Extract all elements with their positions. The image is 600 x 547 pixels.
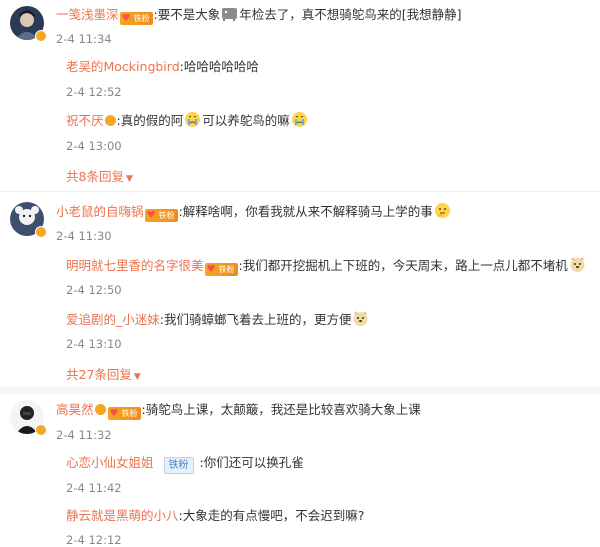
fan-badge: ♥ 铁粉: [107, 407, 141, 420]
thinking-emoji-icon: [434, 202, 451, 219]
reply-username-link[interactable]: 心恋小仙女姐姐: [66, 455, 154, 470]
username-link[interactable]: 高昊然: [56, 402, 94, 417]
timestamp: 2-4 11:32: [56, 428, 112, 442]
verified-icon: [35, 424, 47, 436]
crying-emoji-icon: [291, 111, 308, 128]
username-link[interactable]: 一笺浅墨深: [56, 7, 119, 22]
timestamp: 2-4 11:30: [56, 229, 112, 243]
comment-text: :要不是大象: [153, 7, 221, 22]
reply-timestamp: 2-4 12:12: [66, 533, 122, 547]
verified-icon: [35, 226, 47, 238]
reply-text: :哈哈哈哈哈哈: [179, 59, 259, 74]
reply-line: 明明就七里香的名字很美 ♥ 铁粉:我们都开挖掘机上下班的，今天周末，路上一点儿都不堵…: [66, 256, 587, 276]
chevron-down-icon: ▼: [125, 174, 133, 184]
reply-text: :我们骑蟑螂飞着去上班的，更方便: [159, 312, 352, 327]
reply-text: :我们都开挖掘机上下班的，今天周末，路上一点儿都不堵机: [238, 258, 568, 273]
reply-line: 心恋小仙女姐姐 铁粉 :你们还可以换孔雀: [66, 454, 304, 474]
reply-username-link[interactable]: 老吴的Mockingbird: [66, 59, 180, 74]
reply-timestamp: 2-4 13:00: [66, 139, 122, 153]
comment-line: 一笺浅墨深 ♥ 铁粉:要不是大象 年检去了，真不想骑鸵鸟来的[我想静静]: [56, 5, 462, 25]
fan-badge-label: 铁粉: [121, 409, 138, 418]
verified-icon: [94, 404, 106, 415]
heart-icon: ♥: [146, 210, 156, 221]
reply-username-link[interactable]: 爱追剧的_小迷妹: [66, 312, 160, 327]
comment-text: :骑鸵鸟上课，太颠簸，我还是比较喜欢骑大象上课: [141, 402, 421, 417]
reply-timestamp: 2-4 13:10: [66, 337, 122, 351]
reply-text: :你们还可以换孔雀: [199, 455, 304, 470]
comment-line: 小老鼠的自嗨锅 ♥ 铁粉:解释啥啊，你看我就从来不解释骑马上学的事: [56, 202, 452, 222]
chevron-down-icon: ▼: [133, 372, 141, 382]
reply-username-link[interactable]: 祝不厌: [66, 113, 104, 128]
fan-badge-label: 铁粉: [218, 265, 235, 274]
heart-icon: ♥: [206, 264, 216, 275]
divider: [0, 191, 600, 192]
more-replies-label: 共8条回复: [66, 169, 124, 184]
fan-badge: 铁粉: [163, 457, 194, 474]
reply-line: 静云就是黑萌的小八:大象走的有点慢吧，不会迟到嘛?: [66, 507, 364, 525]
reply-username-link[interactable]: 静云就是黑萌的小八: [66, 508, 179, 523]
elephant-emoji-icon: [221, 5, 238, 22]
heart-icon: ♥: [109, 408, 119, 419]
username-link[interactable]: 小老鼠的自嗨锅: [56, 204, 144, 219]
comment-text-2: 年检去了，真不想骑鸵鸟来的[我想静静]: [239, 7, 462, 22]
reply-text-2: 可以养鸵鸟的嘛: [202, 113, 290, 128]
section-separator: [0, 386, 600, 394]
verified-icon: [35, 30, 47, 42]
reply-text: :真的假的阿: [116, 113, 184, 128]
fan-badge: ♥ 铁粉: [204, 263, 238, 276]
fan-badge-label: 铁粉: [158, 211, 175, 220]
reply-username-link[interactable]: 明明就七里香的名字很美: [66, 258, 204, 273]
verified-icon: [104, 115, 116, 126]
timestamp: 2-4 11:34: [56, 32, 112, 46]
reply-line: 老吴的Mockingbird:哈哈哈哈哈哈: [66, 58, 259, 76]
reply-line: 祝不厌 :真的假的阿 可以养鸵鸟的嘛: [66, 111, 309, 130]
fan-badge-label: 铁粉: [133, 14, 150, 23]
more-replies-label: 共27条回复: [66, 367, 132, 382]
reply-text: :大象走的有点慢吧，不会迟到嘛?: [178, 508, 365, 523]
crying-emoji-icon: [184, 111, 201, 128]
fan-badge: ♥ 铁粉: [119, 12, 153, 25]
reply-timestamp: 2-4 12:50: [66, 283, 122, 297]
comment-text: :解释啥啊，你看我就从来不解释骑马上学的事: [178, 204, 433, 219]
comment-line: 高昊然 ♥ 铁粉:骑鸵鸟上课，太颠簸，我还是比较喜欢骑大象上课: [56, 401, 421, 420]
doge-emoji-icon: [352, 310, 369, 327]
fan-badge: ♥ 铁粉: [144, 209, 178, 222]
heart-icon: ♥: [121, 13, 131, 24]
doge-emoji-icon: [569, 256, 586, 273]
more-replies-link[interactable]: 共8条回复 ▼: [66, 166, 133, 185]
reply-line: 爱追剧的_小迷妹:我们骑蟑螂飞着去上班的，更方便: [66, 310, 370, 329]
reply-timestamp: 2-4 12:52: [66, 85, 122, 99]
more-replies-link[interactable]: 共27条回复 ▼: [66, 364, 141, 383]
reply-timestamp: 2-4 11:42: [66, 481, 122, 495]
